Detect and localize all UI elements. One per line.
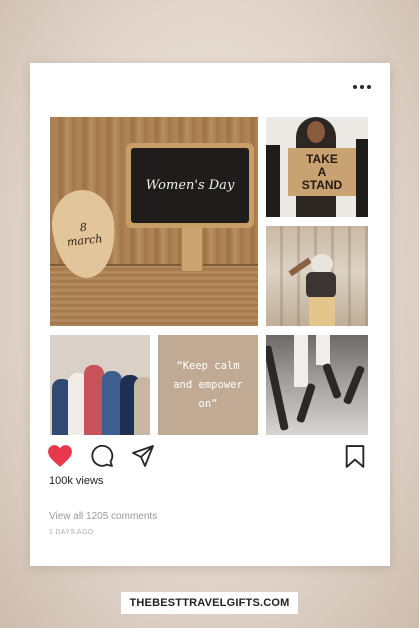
sign-line-3: STAND (301, 177, 343, 192)
trouser-leg (294, 335, 308, 387)
quote-tile[interactable]: “Keep calm and empower on” (158, 335, 258, 435)
woman-3 (84, 365, 104, 435)
woman-face (307, 121, 325, 143)
comment-bubble-icon[interactable] (90, 444, 114, 468)
heart-date-month: march (66, 232, 104, 249)
photo-woman-dancing[interactable] (266, 226, 368, 326)
view-comments-link[interactable]: View all 1205 comments (49, 511, 157, 522)
photo-walking-in-heels[interactable] (266, 335, 368, 435)
more-dots-icon[interactable] (353, 85, 371, 89)
photo-womens-day-chalkboard[interactable]: Women's Day 8 march (50, 117, 258, 326)
sign-line-2: A (317, 164, 327, 179)
patterned-top (306, 272, 336, 298)
brand-url: THEBESTTRAVELGIFTS.COM (121, 592, 298, 614)
bystander-left (266, 145, 280, 217)
photo-take-a-stand[interactable]: TAKE A STAND (266, 117, 368, 217)
quote-line-3: on” (198, 397, 218, 410)
leg (296, 382, 316, 424)
leg (266, 345, 289, 431)
quote-line-2: and empower (173, 378, 243, 391)
bookmark-icon[interactable] (344, 444, 366, 469)
send-icon[interactable] (130, 444, 156, 468)
post-timestamp: 1 DAYS AGO (49, 529, 94, 536)
woman-4 (102, 371, 122, 435)
yellow-trousers (309, 297, 335, 326)
curly-hair (311, 254, 333, 274)
sign-line-1: TAKE (306, 151, 338, 166)
bystander-right (356, 139, 368, 217)
trouser-leg (316, 335, 330, 365)
post-card: Women's Day 8 march TAKE A STAND “Keep c… (30, 63, 390, 566)
quote-text: “Keep calm and empower on” (173, 357, 243, 414)
chalkboard-text: Women's Day (131, 148, 249, 223)
woman-6 (134, 377, 150, 435)
photo-group-of-women[interactable] (50, 335, 150, 435)
leg (322, 362, 342, 400)
protest-sign: TAKE A STAND (288, 148, 356, 196)
leg (342, 364, 366, 406)
view-count: 100k views (49, 475, 104, 487)
heart-date-number: 8 (79, 220, 88, 235)
heart-filled-icon[interactable] (47, 444, 73, 468)
quote-line-1: “Keep calm (176, 359, 240, 372)
chalkboard-stick (181, 226, 203, 272)
chalkboard: Women's Day (126, 143, 254, 228)
